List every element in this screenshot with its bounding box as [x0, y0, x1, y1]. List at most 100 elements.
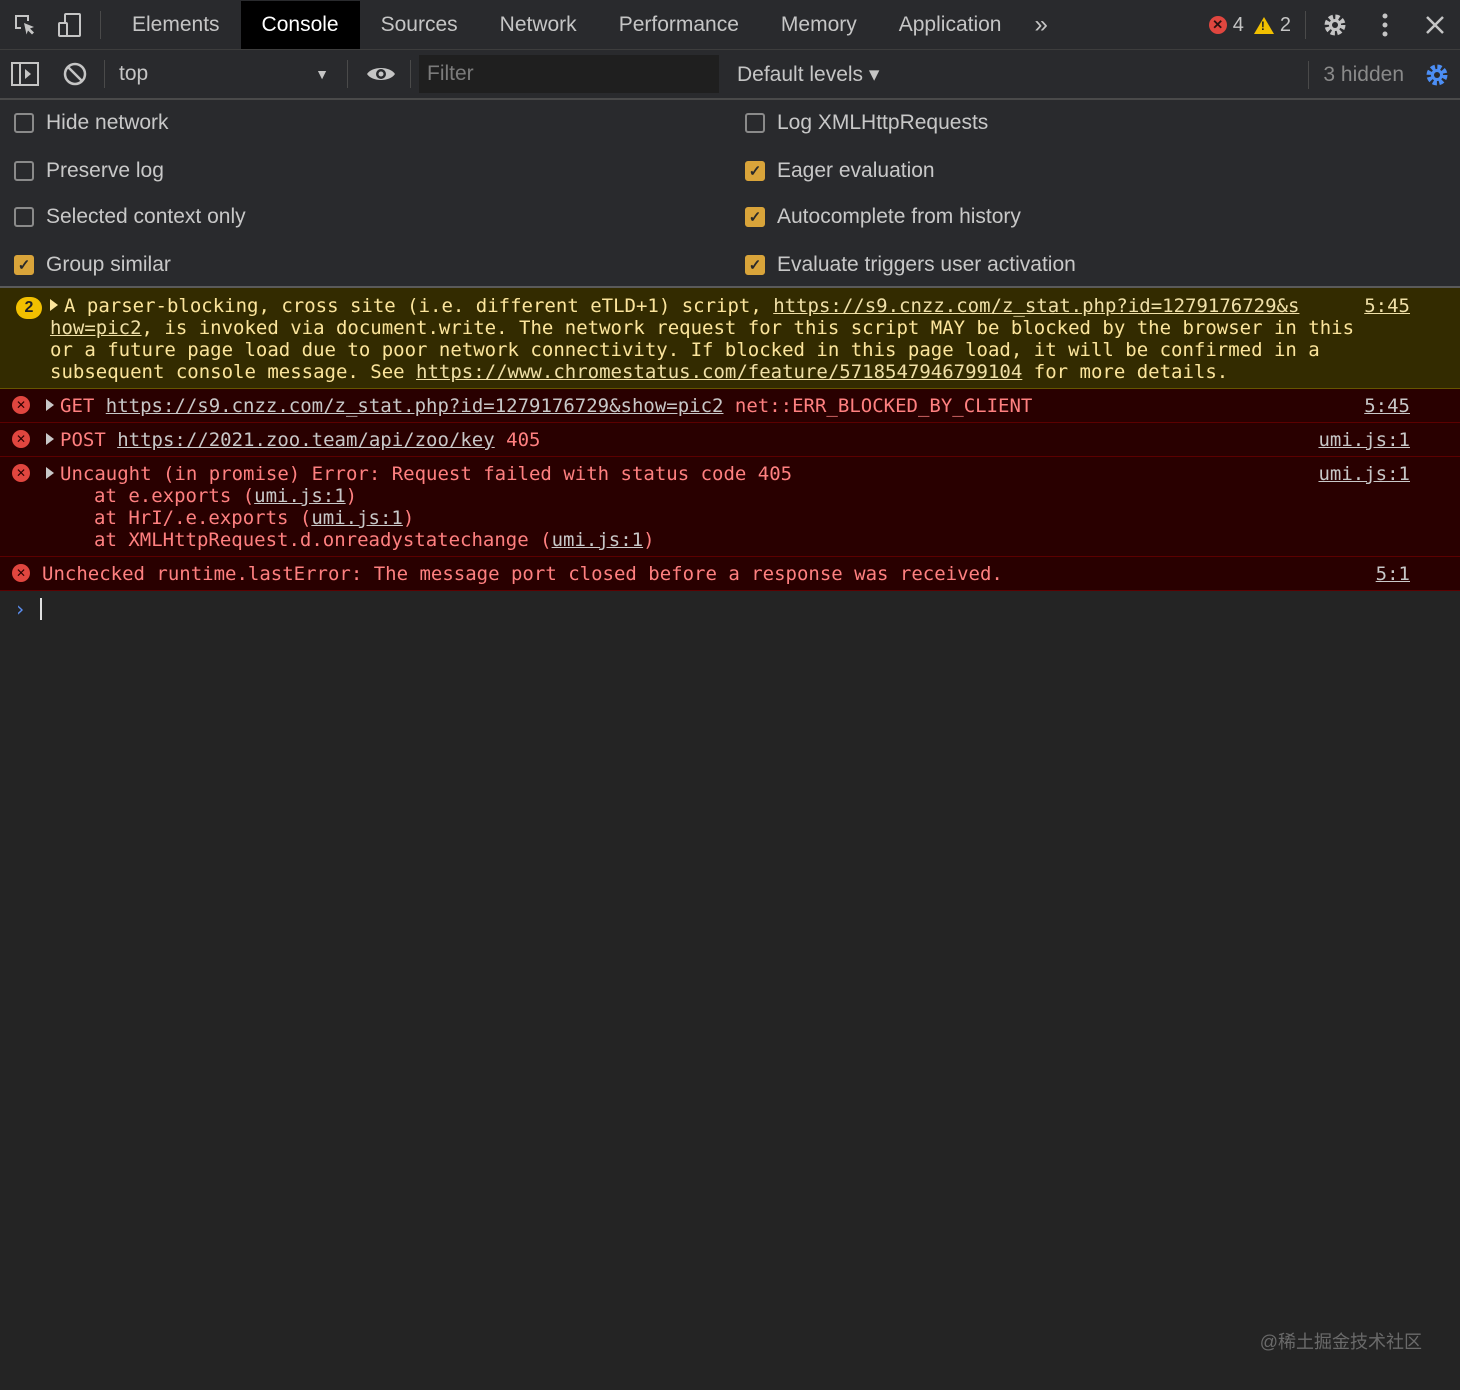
stack-frame: at XMLHttpRequest.d.onreadystatechange (… — [46, 529, 1410, 551]
warning-script-link-cont[interactable]: how=pic2 — [50, 317, 142, 339]
stack-text: at HrI/.e.exports ( — [94, 507, 312, 529]
source-link[interactable]: 5:1 — [1376, 563, 1410, 585]
option-label: Eager evaluation — [777, 159, 935, 182]
log-levels-dropdown[interactable]: Default levels ▾ — [737, 62, 879, 87]
stack-text: at XMLHttpRequest.d.onreadystatechange ( — [94, 529, 552, 551]
http-method: POST — [60, 429, 118, 451]
option-label: Selected context only — [46, 205, 246, 228]
warning-count-value: 2 — [1279, 13, 1291, 36]
close-icon[interactable] — [1410, 0, 1460, 50]
device-toolbar-icon[interactable] — [50, 0, 90, 50]
option-selected-context-only[interactable]: Selected context only — [14, 202, 246, 232]
option-log-xmlhttprequests[interactable]: Log XMLHttpRequests — [745, 108, 988, 138]
stack-source-link[interactable]: umi.js:1 — [254, 485, 346, 507]
filter-input[interactable]: Filter — [419, 55, 719, 93]
warning-text: subsequent console message. See — [50, 361, 417, 383]
source-link[interactable]: umi.js:1 — [1318, 463, 1410, 485]
checkbox[interactable] — [14, 207, 34, 227]
warning-text: , is invoked via document.write. The net… — [141, 317, 1355, 339]
clear-console-icon[interactable] — [50, 49, 100, 99]
error-icon: ✕ — [12, 464, 30, 482]
text-caret — [40, 598, 43, 620]
chromestatus-link[interactable]: https://www.chromestatus.com/feature/571… — [416, 361, 1022, 383]
expand-triangle-icon[interactable] — [50, 299, 58, 311]
error-icon: ✕ — [12, 396, 30, 414]
checkbox[interactable] — [14, 113, 34, 133]
error-count[interactable]: ✕ 4 — [1208, 13, 1244, 37]
source-link[interactable]: umi.js:1 — [1318, 429, 1410, 451]
checkbox-checked[interactable]: ✓ — [745, 255, 765, 275]
option-label: Preserve log — [46, 159, 164, 182]
error-text: Unchecked runtime.lastError: The message… — [42, 563, 1003, 585]
more-tabs-icon[interactable]: » — [1034, 11, 1047, 39]
inspect-element-icon[interactable] — [0, 0, 50, 50]
kebab-menu-icon[interactable] — [1360, 0, 1410, 50]
source-link[interactable]: 5:45 — [1364, 395, 1410, 417]
expand-triangle-icon[interactable] — [46, 467, 54, 479]
error-line: Uncaught (in promise) Error: Request fai… — [46, 463, 1410, 485]
http-method: GET — [60, 395, 106, 417]
divider — [100, 10, 101, 39]
option-preserve-log[interactable]: Preserve log — [14, 156, 164, 186]
option-label: Autocomplete from history — [777, 205, 1021, 228]
gear-icon[interactable] — [1310, 0, 1360, 50]
repeat-count-badge: 2 — [16, 297, 42, 319]
stack-text: ) — [402, 507, 415, 529]
stack-text: ) — [345, 485, 358, 507]
tab-performance[interactable]: Performance — [598, 1, 760, 49]
stack-source-link[interactable]: umi.js:1 — [311, 507, 403, 529]
error-detail: 405 — [494, 429, 541, 451]
warning-text: for more details. — [1022, 361, 1229, 383]
source-link[interactable]: 5:45 — [1364, 295, 1410, 317]
hidden-messages-count: 3 hidden — [1308, 61, 1404, 89]
error-message-post[interactable]: ✕ POST https://2021.zoo.team/api/zoo/key… — [0, 423, 1460, 457]
prompt-chevron-icon: › — [14, 597, 27, 621]
warning-icon: ! — [1253, 16, 1274, 34]
option-label: Hide network — [46, 111, 169, 134]
warning-message[interactable]: 2 A parser-blocking, cross site (i.e. di… — [0, 288, 1460, 389]
option-autocomplete-from-history[interactable]: ✓ Autocomplete from history — [745, 202, 1021, 232]
warning-line: how=pic2, is invoked via document.write.… — [50, 317, 1410, 339]
tab-memory[interactable]: Memory — [760, 1, 878, 49]
option-label: Log XMLHttpRequests — [777, 111, 989, 134]
error-icon: ✕ — [12, 430, 30, 448]
request-url-link[interactable]: https://s9.cnzz.com/z_stat.php?id=127917… — [106, 395, 724, 417]
context-selector[interactable]: top ▼ — [109, 62, 339, 86]
warning-text: A parser-blocking, cross site (i.e. diff… — [64, 295, 774, 317]
tab-sources[interactable]: Sources — [360, 1, 479, 49]
checkbox-checked[interactable]: ✓ — [745, 161, 765, 181]
error-message-uncaught[interactable]: ✕ Uncaught (in promise) Error: Request f… — [0, 457, 1460, 557]
checkbox[interactable] — [745, 113, 765, 133]
tab-elements[interactable]: Elements — [111, 1, 241, 49]
error-detail: net::ERR_BLOCKED_BY_CLIENT — [723, 395, 1033, 417]
stack-text: ) — [643, 529, 655, 551]
option-evaluate-triggers-user-activation[interactable]: ✓ Evaluate triggers user activation — [745, 250, 1076, 280]
divider — [104, 60, 105, 88]
divider — [1305, 11, 1306, 39]
console-settings-pane: Hide network Preserve log Selected conte… — [0, 100, 1460, 288]
tab-console[interactable]: Console — [240, 0, 360, 49]
checkbox[interactable] — [14, 161, 34, 181]
sidebar-toggle-icon[interactable] — [0, 49, 50, 99]
console-settings-gear-icon[interactable] — [1424, 62, 1450, 88]
checkbox-checked[interactable]: ✓ — [14, 255, 34, 275]
option-group-similar[interactable]: ✓ Group similar — [14, 250, 171, 280]
option-eager-evaluation[interactable]: ✓ Eager evaluation — [745, 156, 935, 186]
live-expression-eye-icon[interactable] — [356, 49, 406, 99]
stack-source-link[interactable]: umi.js:1 — [552, 529, 644, 551]
request-url-link[interactable]: https://2021.zoo.team/api/zoo/key — [117, 429, 495, 451]
error-count-value: 4 — [1232, 13, 1244, 36]
error-message-get[interactable]: ✕ GET https://s9.cnzz.com/z_stat.php?id=… — [0, 389, 1460, 423]
console-prompt[interactable]: › — [0, 591, 1460, 627]
expand-triangle-icon[interactable] — [46, 433, 54, 445]
tab-application[interactable]: Application — [878, 1, 1023, 49]
checkbox-checked[interactable]: ✓ — [745, 207, 765, 227]
warning-count[interactable]: ! 2 — [1253, 13, 1291, 37]
option-hide-network[interactable]: Hide network — [14, 108, 169, 138]
stack-text: at e.exports ( — [94, 485, 255, 507]
expand-triangle-icon[interactable] — [46, 399, 54, 411]
stack-frame: at e.exports (umi.js:1) — [46, 485, 1410, 507]
tab-network[interactable]: Network — [479, 1, 598, 49]
error-message-runtime[interactable]: ✕ Unchecked runtime.lastError: The messa… — [0, 557, 1460, 591]
warning-script-link[interactable]: https://s9.cnzz.com/z_stat.php?id=127917… — [773, 295, 1299, 317]
